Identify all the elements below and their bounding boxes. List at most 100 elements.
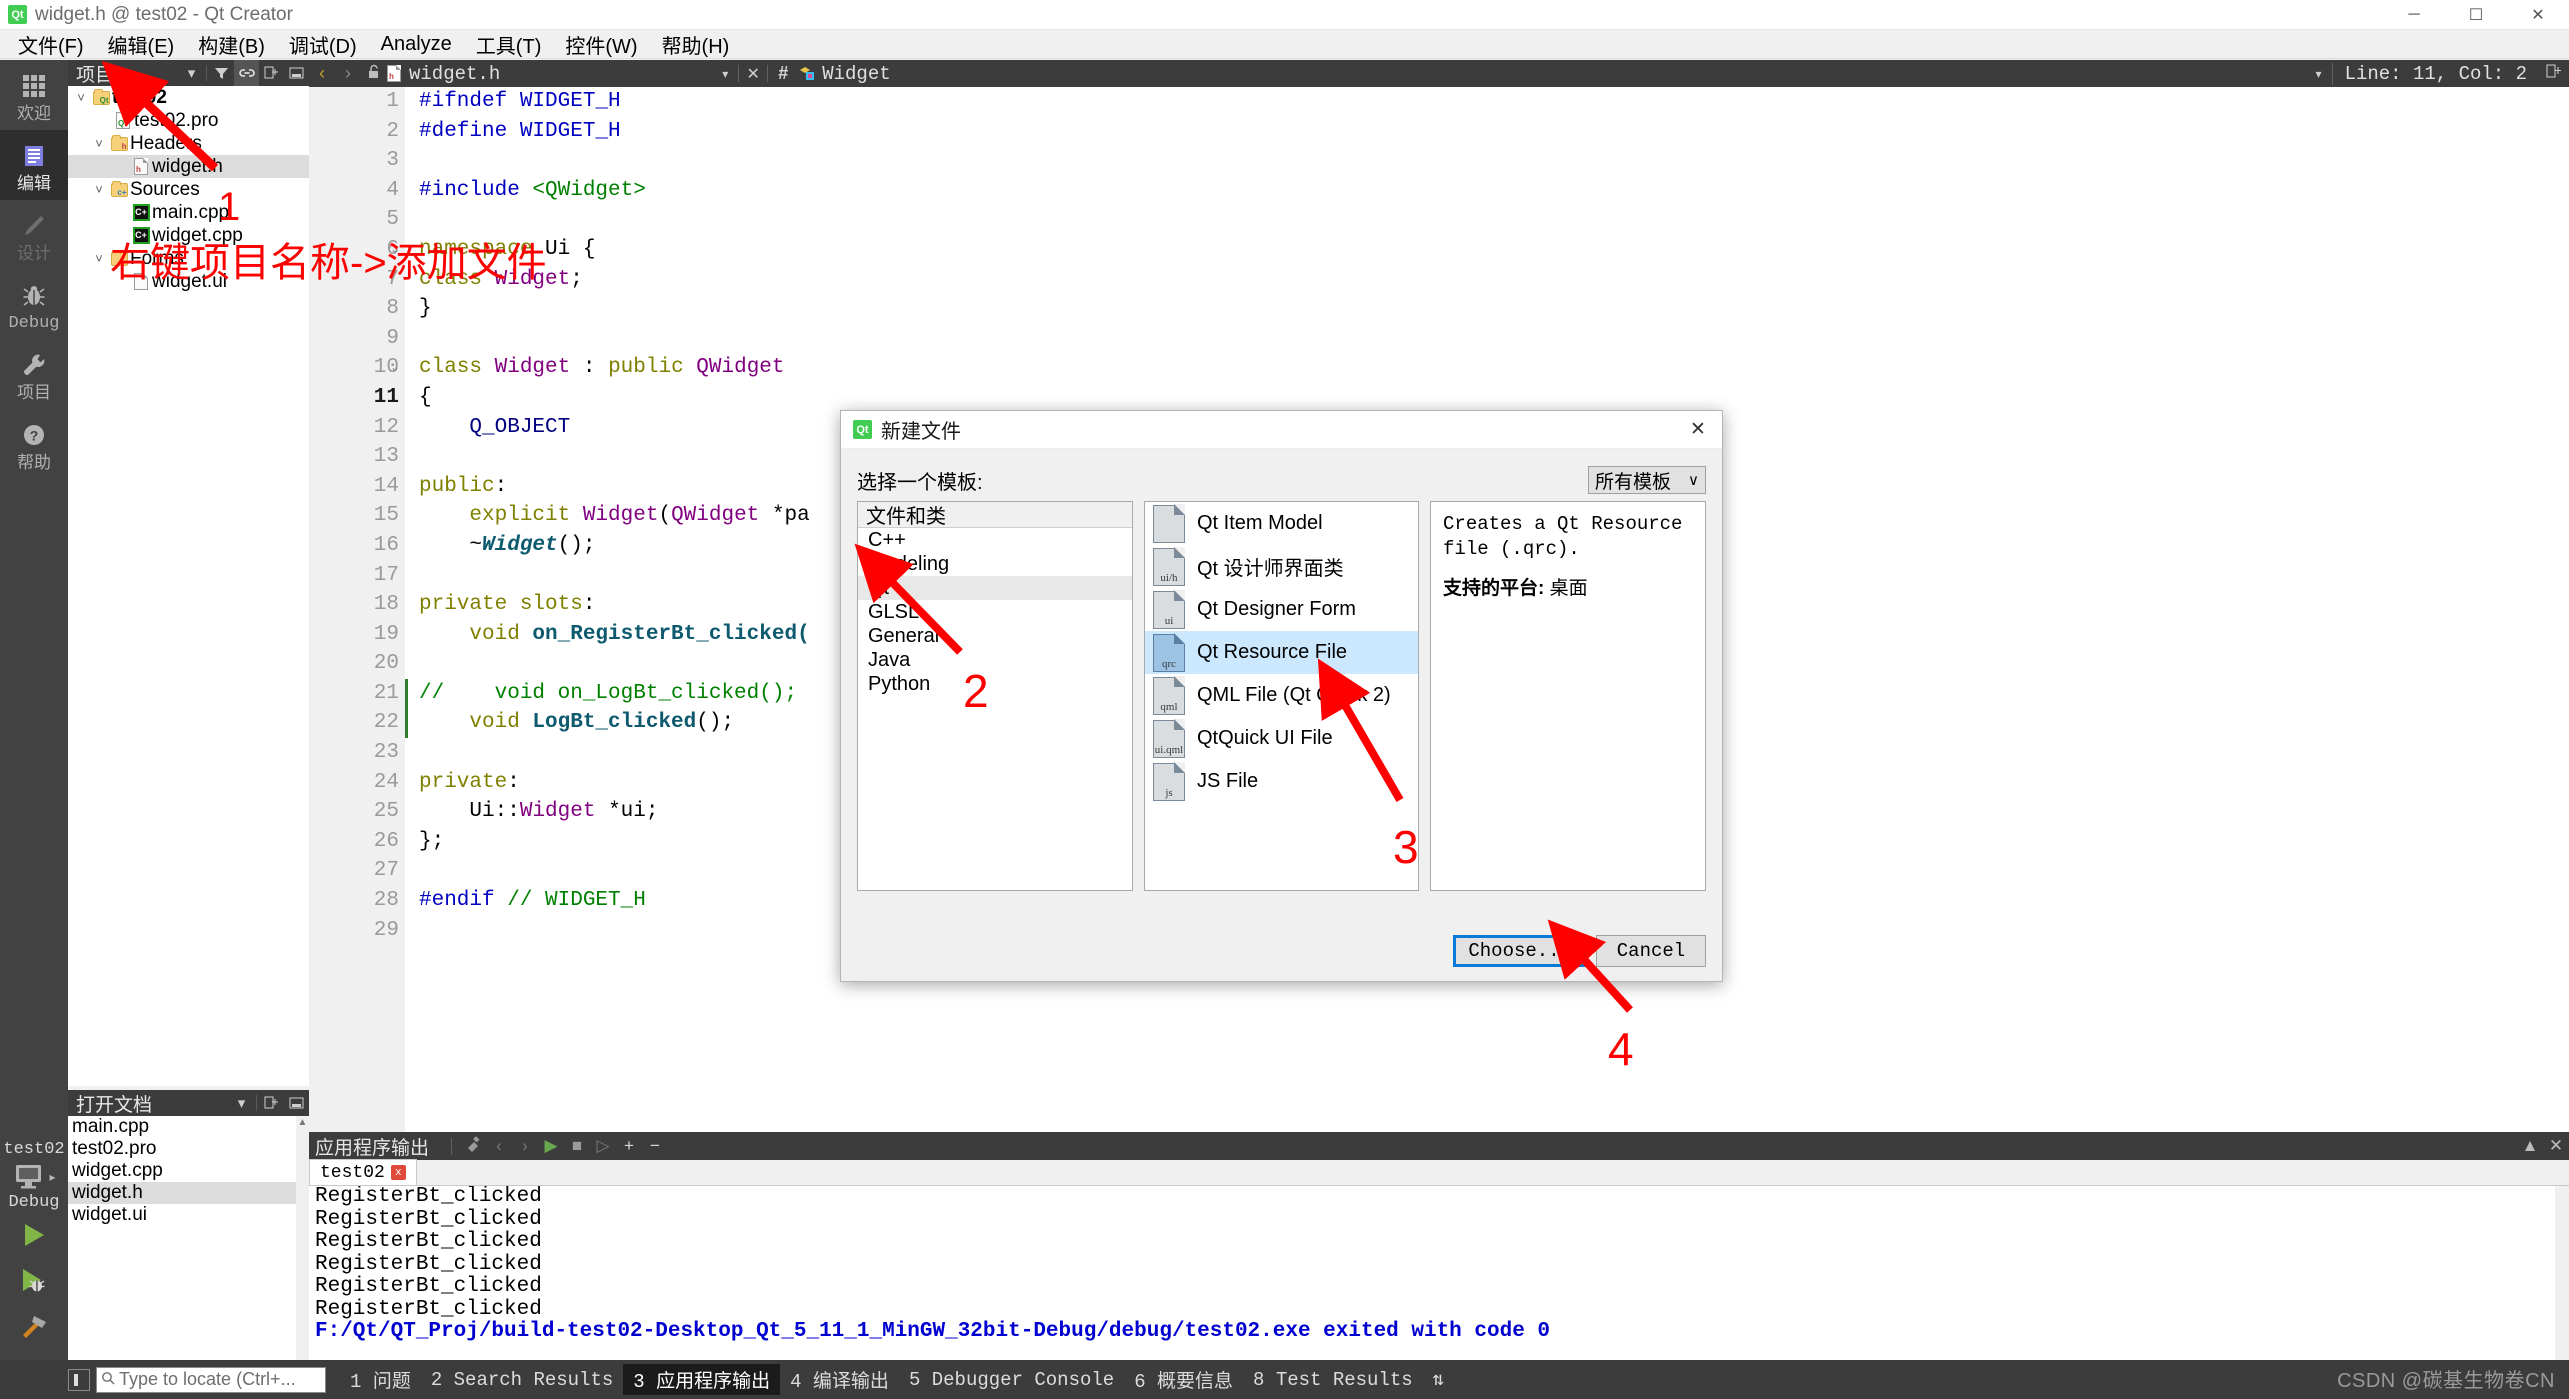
menu-tools[interactable]: 工具(T) [464,27,554,62]
close-icon[interactable] [284,60,309,86]
split-icon[interactable] [259,1090,284,1116]
maximize-button[interactable]: ☐ [2445,0,2507,30]
link-icon[interactable] [234,60,259,86]
code-line[interactable]: } [405,294,2569,324]
kit-selector-button[interactable]: ▸ [0,1159,68,1192]
menu-debug[interactable]: 调试(D) [277,27,369,62]
choose-button[interactable]: Choose... [1453,935,1586,967]
scroll-up-icon[interactable]: ▲ [296,1116,309,1129]
line-col-indicator[interactable]: Line: 11, Col: 2 [2331,62,2539,85]
expand-arrow-icon[interactable]: ˅ [90,182,108,197]
statusbar-tab-compile-output[interactable]: 4 编译输出 [780,1364,899,1395]
minus-icon[interactable]: − [642,1136,668,1156]
mode-design[interactable]: 设计 [0,200,68,270]
template-js-file[interactable]: js JS File [1145,760,1418,803]
code-line[interactable]: class Widget; [405,265,2569,295]
statusbar-tab-application-output[interactable]: 3 应用程序输出 [623,1364,781,1395]
code-line[interactable]: class Widget : public QWidget [405,353,2569,383]
opendoc-main-cpp[interactable]: main.cpp [68,1116,309,1138]
prev-icon[interactable]: ‹ [486,1136,512,1156]
menu-build[interactable]: 构建(B) [186,27,277,62]
close-tab-icon[interactable]: x [390,1165,406,1180]
run-icon[interactable]: ▶ [538,1136,564,1156]
statusbar-updown-icon[interactable]: ⇅ [1423,1366,1454,1393]
code-line[interactable]: #ifndef WIDGET_H [405,87,2569,117]
expand-arrow-icon[interactable]: ˅ [90,251,108,266]
stop-icon[interactable]: ■ [564,1136,590,1156]
dialog-close-button[interactable]: ✕ [1674,411,1722,449]
template-qt-designer-form[interactable]: ui Qt Designer Form [1145,588,1418,631]
template-qtquick-ui-file[interactable]: ui.qml QtQuick UI File [1145,717,1418,760]
maximize-output-icon[interactable]: ▲ [2517,1136,2543,1156]
menu-analyze[interactable]: Analyze [369,30,464,59]
file-dropdown-icon[interactable]: ▾ [712,67,738,81]
build-button[interactable] [0,1304,68,1350]
close-icon[interactable] [284,1090,309,1116]
toolbar-more-dropdown-icon[interactable]: ▾ [2306,67,2332,81]
category-python[interactable]: Python [858,672,1132,696]
plus-icon[interactable]: + [616,1136,642,1156]
template-qt-designer-class[interactable]: ui/h Qt 设计师界面类 [1145,545,1418,588]
output-scrollbar[interactable] [2555,1186,2569,1360]
navigate-forward-button[interactable]: › [335,63,361,84]
tree-item-headers[interactable]: ˅ h Headers [68,132,309,155]
tree-item-widget-h[interactable]: h widget.h [68,155,309,178]
navigate-back-button[interactable]: ‹ [309,63,335,84]
expand-arrow-icon[interactable]: ˅ [90,136,108,151]
close-output-icon[interactable]: ✕ [2543,1136,2569,1156]
code-line[interactable] [405,324,2569,354]
category-modeling[interactable]: Modeling [858,552,1132,576]
attach-icon[interactable]: ▷ [590,1136,616,1156]
code-line[interactable] [405,146,2569,176]
statusbar-tab-search-results[interactable]: 2 Search Results [421,1367,623,1393]
opendoc-widget-ui[interactable]: widget.ui [68,1204,309,1226]
symbol-selector[interactable]: Widget [798,63,891,85]
menu-widgets[interactable]: 控件(W) [553,27,649,62]
code-line[interactable]: { [405,383,2569,413]
split-icon[interactable] [259,60,284,86]
mode-edit[interactable]: 编辑 [0,129,68,200]
hash-symbol-button[interactable]: # [768,63,798,84]
template-filter-dropdown[interactable]: 所有模板 ∨ [1588,466,1706,494]
code-line[interactable] [405,205,2569,235]
category-qt[interactable]: Qt [858,576,1132,600]
template-qml-file[interactable]: qml QML File (Qt Quick 2) [1145,674,1418,717]
statusbar-tab-general-messages[interactable]: 6 概要信息 [1124,1364,1243,1395]
output-text-area[interactable]: RegisterBt_clicked RegisterBt_clicked Regi… [309,1186,2569,1360]
locator-toggle-icon[interactable] [68,1368,90,1391]
category-glsl[interactable]: GLSL [858,600,1132,624]
menu-help[interactable]: 帮助(H) [650,27,742,62]
menu-edit[interactable]: 编辑(E) [96,27,187,62]
open-documents-scrollbar[interactable]: ▲ [296,1116,309,1360]
tree-item-test02-pro[interactable]: Qt test02.pro [68,109,309,132]
run-button[interactable] [0,1212,68,1258]
opendoc-widget-h[interactable]: widget.h [68,1182,309,1204]
expand-arrow-icon[interactable]: ˅ [72,90,90,105]
fold-toggle-icon[interactable]: ⌄ [387,353,403,383]
code-line[interactable]: #include <QWidget> [405,176,2569,206]
output-tab-test02[interactable]: test02 x [309,1159,417,1185]
category-general[interactable]: General [858,624,1132,648]
unlock-icon[interactable] [361,64,387,84]
mode-help[interactable]: ? 帮助 [0,409,68,479]
close-button[interactable]: ✕ [2507,0,2569,30]
opendoc-test02-pro[interactable]: test02.pro [68,1138,309,1160]
category-java[interactable]: Java [858,648,1132,672]
statusbar-tab-debugger-console[interactable]: 5 Debugger Console [899,1367,1124,1393]
split-editor-button[interactable] [2539,64,2569,84]
code-line[interactable]: namespace Ui { [405,235,2569,265]
tree-item-sources[interactable]: ˅ c+ Sources [68,178,309,201]
menu-file[interactable]: 文件(F) [6,27,96,62]
mode-debug[interactable]: Debug [0,270,68,340]
clear-icon[interactable] [460,1135,486,1157]
tree-item-test02[interactable]: ˅ Qt test02 [68,86,309,109]
opendoc-widget-cpp[interactable]: widget.cpp [68,1160,309,1182]
minimize-button[interactable]: ─ [2383,0,2445,30]
next-icon[interactable]: › [512,1136,538,1156]
opendocs-dropdown-icon[interactable]: ▾ [229,1090,254,1116]
project-filter-dropdown-icon[interactable]: ▾ [179,60,204,86]
editor-filename[interactable]: widget.h [409,63,500,85]
mode-projects[interactable]: 项目 [0,339,68,409]
code-line[interactable]: #define WIDGET_H [405,117,2569,147]
category-list[interactable]: 文件和类 C++ Modeling Qt GLSL General Java P… [857,501,1133,891]
